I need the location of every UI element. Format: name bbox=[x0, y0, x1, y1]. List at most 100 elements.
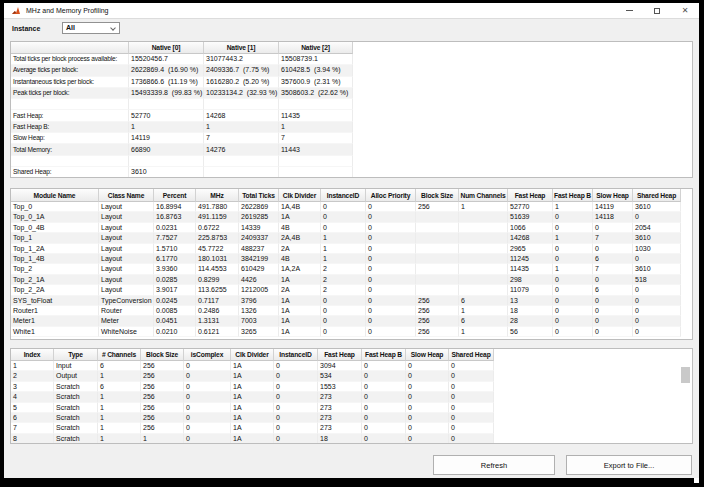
cell: 2A bbox=[279, 285, 321, 295]
cell: 15493339.8 (99.83 %) bbox=[129, 88, 204, 99]
cell: 1 bbox=[129, 122, 204, 133]
cell: SYS_toFloat bbox=[11, 296, 99, 306]
cell: 2619285 bbox=[239, 212, 279, 222]
refresh-button[interactable]: Refresh bbox=[433, 455, 555, 475]
column-header: Type bbox=[54, 349, 98, 361]
minimize-button[interactable] bbox=[615, 3, 643, 18]
cell: 0 bbox=[366, 275, 416, 285]
column-header: Native [0] bbox=[129, 42, 204, 54]
cell: 1A bbox=[231, 403, 274, 413]
cell: 0 bbox=[362, 413, 406, 423]
table-row: Meter1Meter0.04511.313170031A00256628000 bbox=[11, 316, 681, 326]
export-button[interactable]: Export to File... bbox=[566, 455, 692, 475]
cell: 0 bbox=[406, 382, 449, 392]
cell: 1A bbox=[231, 423, 274, 433]
cell: 2965 bbox=[508, 244, 553, 254]
cell: 18 bbox=[318, 434, 362, 444]
cell: 0.7117 bbox=[196, 296, 239, 306]
close-button[interactable]: ✕ bbox=[671, 3, 699, 18]
cell bbox=[416, 285, 459, 295]
cell: 256 bbox=[141, 382, 184, 392]
cell: 0 bbox=[593, 316, 633, 326]
cell: 0.2486 bbox=[196, 306, 239, 316]
column-header: Fast Heap B bbox=[553, 189, 593, 202]
cell: 15508739.1 bbox=[279, 54, 353, 65]
vertical-scrollbar-thumb[interactable] bbox=[681, 367, 690, 383]
column-header: Index bbox=[11, 349, 54, 361]
cell: 0 bbox=[366, 285, 416, 295]
table-row: Router1Router0.00850.248613261A002561180… bbox=[11, 306, 681, 316]
cell: 1 bbox=[321, 233, 366, 243]
column-header: Percent bbox=[154, 189, 196, 202]
cell: 0 bbox=[362, 382, 406, 392]
table-row: 6Scratch125601A0273000 bbox=[11, 413, 494, 423]
cell: 7.7527 bbox=[154, 233, 196, 243]
summary-table: Native [0]Native [1]Native [2]Total tick… bbox=[10, 41, 693, 178]
cell: 0 bbox=[633, 316, 681, 326]
cell: 1.5710 bbox=[154, 244, 196, 254]
table-row: Total Memory:668901427611443 bbox=[11, 144, 353, 155]
cell: 1212005 bbox=[239, 285, 279, 295]
table-row: Top_0_1ALayout16.8763491.115926192851A00… bbox=[11, 212, 681, 222]
table-row: 8Scratch1101A018000 bbox=[11, 434, 494, 444]
app-icon bbox=[11, 6, 21, 16]
cell: Scratch bbox=[54, 392, 98, 402]
cell: 2622869 bbox=[239, 202, 279, 212]
cell: Layout bbox=[99, 212, 154, 222]
cell: 0 bbox=[449, 382, 494, 392]
cell: 11435 bbox=[508, 264, 553, 274]
cell: Top_0 bbox=[11, 202, 99, 212]
cell: 0 bbox=[633, 212, 681, 222]
cell bbox=[459, 233, 508, 243]
cell: 13 bbox=[508, 296, 553, 306]
cell: 0 bbox=[406, 371, 449, 381]
instance-select[interactable]: All bbox=[62, 22, 120, 34]
table-row: Instantaneous ticks per block:1736866.6 … bbox=[11, 77, 353, 88]
resize-grip[interactable] bbox=[694, 478, 699, 483]
cell: Slow Heap: bbox=[11, 133, 129, 144]
cell: 0 bbox=[553, 285, 593, 295]
cell: 4426 bbox=[239, 275, 279, 285]
cell: 3610 bbox=[633, 202, 681, 212]
cell: 52770 bbox=[508, 202, 553, 212]
column-header: Native [1] bbox=[204, 42, 279, 54]
table-row: 7Scratch125601A0273000 bbox=[11, 423, 494, 433]
cell: 2409337 bbox=[239, 233, 279, 243]
cell: Input bbox=[54, 361, 98, 371]
cell: 0 bbox=[633, 306, 681, 316]
cell: 0 bbox=[184, 403, 231, 413]
cell: 11443 bbox=[279, 144, 353, 155]
table-row: Shared Heap:3610 bbox=[11, 167, 353, 178]
cell: 273 bbox=[318, 392, 362, 402]
cell: Instantaneous ticks per block: bbox=[11, 77, 129, 88]
cell: 16.8994 bbox=[154, 202, 196, 212]
cell: 0 bbox=[553, 296, 593, 306]
cell bbox=[416, 275, 459, 285]
cell: 7 bbox=[279, 133, 353, 144]
cell: 2A bbox=[279, 244, 321, 254]
column-header: Module Name bbox=[11, 189, 99, 202]
cell: 256 bbox=[416, 327, 459, 337]
column-header: isComplex bbox=[184, 349, 231, 361]
cell: 1 bbox=[553, 264, 593, 274]
cell: 1A bbox=[279, 306, 321, 316]
cell: 1616280.2 (5.20 %) bbox=[204, 77, 279, 88]
maximize-button[interactable] bbox=[643, 3, 671, 18]
cell: 3.9017 bbox=[154, 285, 196, 295]
column-header bbox=[11, 42, 129, 54]
cell: 0 bbox=[184, 371, 231, 381]
cell: 2 bbox=[11, 371, 54, 381]
cell: 2409336.7 (7.75 %) bbox=[204, 65, 279, 76]
cell: 0 bbox=[362, 403, 406, 413]
cell: Shared Heap: bbox=[11, 167, 129, 178]
cell: Layout bbox=[99, 264, 154, 274]
cell: 0 bbox=[449, 392, 494, 402]
header-row: Native [0]Native [1]Native [2] bbox=[11, 42, 353, 54]
cell: 534 bbox=[318, 371, 362, 381]
cell: Meter1 bbox=[11, 316, 99, 326]
cell: 0 bbox=[362, 361, 406, 371]
cell: 0 bbox=[366, 223, 416, 233]
cell bbox=[459, 264, 508, 274]
cell: Scratch bbox=[54, 423, 98, 433]
cell: TypeConversion bbox=[99, 296, 154, 306]
